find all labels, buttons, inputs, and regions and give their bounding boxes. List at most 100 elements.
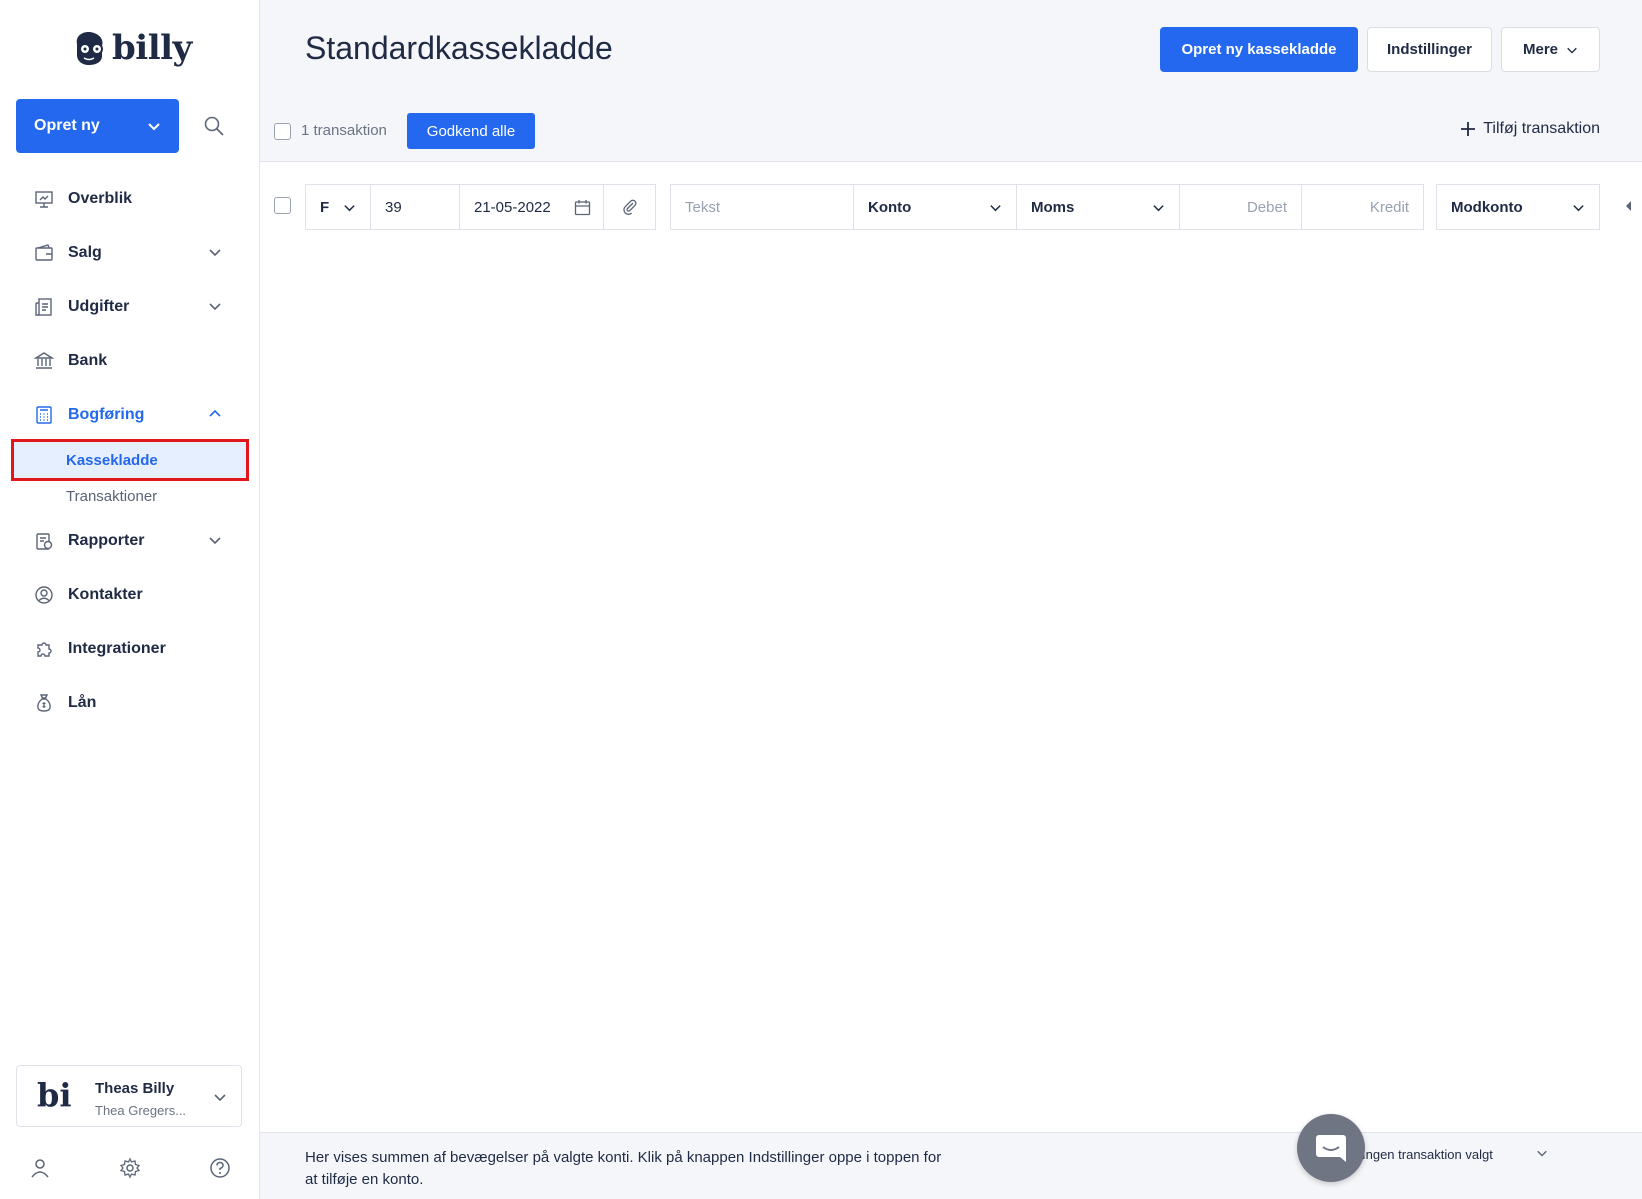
chevron-down-icon [1567, 47, 1577, 54]
billy-logo[interactable]: billy [72, 28, 192, 68]
org-logo: billy [37, 1076, 71, 1114]
entry-type-select[interactable]: F [305, 184, 371, 230]
create-new-button[interactable]: Opret ny [16, 99, 179, 153]
page-title: Standardkassekladde [305, 30, 613, 66]
chevron-down-icon [344, 205, 355, 212]
chevron-down-icon [1573, 205, 1584, 212]
chat-icon [1316, 1135, 1346, 1162]
calendar-icon[interactable] [574, 199, 591, 216]
sidebar-item-bogforing[interactable]: Bogføring [0, 388, 260, 442]
settings-button[interactable]: Indstillinger [1367, 27, 1492, 72]
sidebar-item-label: Udgifter [68, 298, 130, 315]
sidebar-item-integrationer[interactable]: Integrationer [0, 622, 260, 676]
row-checkbox[interactable] [274, 197, 291, 214]
chevron-up-icon [209, 409, 221, 417]
date-value: 21-05-2022 [474, 198, 551, 216]
paperclip-icon [622, 199, 636, 215]
approve-all-label: Godkend alle [426, 122, 516, 140]
billy-face-icon [76, 32, 103, 65]
search-icon[interactable] [203, 115, 225, 137]
chevron-down-icon [990, 205, 1001, 212]
sidebar-item-label: Integrationer [68, 640, 166, 657]
sidebar-item-salg[interactable]: Salg [0, 226, 260, 280]
sidebar-nav: Overblik Salg Udgifter Bank Bogføring Ka… [0, 172, 260, 730]
credit-placeholder: Kredit [1369, 198, 1409, 216]
gear-icon[interactable] [119, 1157, 141, 1179]
sidebar-item-label: Salg [68, 244, 102, 261]
organization-switcher[interactable]: billy Theas Billy Thea Gregers... [16, 1065, 242, 1127]
user-icon[interactable] [29, 1157, 51, 1179]
sidebar-item-label: Kontakter [68, 586, 143, 603]
journal-toolbar: 1 transaktion Godkend alle Tilføj transa… [260, 110, 1642, 162]
selection-status: Ingen transaktion valgt [1362, 1147, 1493, 1162]
sidebar-item-udgifter[interactable]: Udgifter [0, 280, 260, 334]
transaction-row: F 39 21-05-2022 Tekst Konto Moms Debet K… [260, 184, 1642, 230]
debit-placeholder: Debet [1246, 198, 1287, 216]
counter-account-value: Modkonto [1451, 198, 1523, 216]
counter-account-select[interactable]: Modkonto [1436, 184, 1600, 230]
sidebar-item-kontakter[interactable]: Kontakter [0, 568, 260, 622]
account-select[interactable]: Konto [853, 184, 1017, 230]
chevron-down-icon [1153, 205, 1164, 212]
sidebar-item-bank[interactable]: Bank [0, 334, 260, 388]
wallet-icon [34, 243, 54, 263]
add-transaction-button[interactable]: Tilføj transaktion [1459, 120, 1600, 138]
more-button[interactable]: Mere [1501, 27, 1600, 72]
more-label: Mere [1522, 41, 1559, 58]
text-placeholder: Tekst [685, 198, 721, 216]
summary-footer: Her vises summen af bevægelser på valgte… [260, 1132, 1642, 1199]
journal-content: F 39 21-05-2022 Tekst Konto Moms Debet K… [260, 162, 1642, 1132]
entry-type-value: F [320, 198, 330, 216]
sidebar-subitem-label: Transaktioner [66, 487, 158, 505]
contact-icon [34, 585, 54, 605]
sidebar-item-label: Lån [68, 694, 97, 711]
chevron-down-icon [214, 1094, 226, 1102]
report-icon [34, 531, 54, 551]
chevron-down-icon [209, 249, 221, 257]
org-name: Theas Billy [95, 1080, 175, 1097]
create-journal-label: Opret ny kassekladde [1181, 41, 1337, 58]
moneybag-icon [34, 693, 54, 713]
settings-label: Indstillinger [1386, 41, 1472, 58]
select-all-checkbox[interactable] [274, 123, 291, 140]
chat-launcher-button[interactable] [1297, 1114, 1365, 1182]
calculator-icon [34, 405, 54, 425]
create-journal-button[interactable]: Opret ny kassekladde [1160, 27, 1358, 72]
date-input[interactable]: 21-05-2022 [459, 184, 604, 230]
scroll-left-icon[interactable] [1624, 200, 1632, 212]
chevron-down-icon [209, 303, 221, 311]
main-area: Standardkassekladde Opret ny kassekladde… [260, 0, 1642, 1199]
sidebar-item-rapporter[interactable]: Rapporter [0, 514, 260, 568]
sidebar-item-label: Bogføring [68, 406, 145, 423]
sidebar-item-label: Overblik [68, 190, 133, 207]
bank-icon [34, 351, 54, 371]
vat-select[interactable]: Moms [1016, 184, 1180, 230]
sidebar-subitem-label: Kassekladde [66, 451, 158, 469]
sidebar-item-laan[interactable]: Lån [0, 676, 260, 730]
sidebar-subitem-transaktioner[interactable]: Transaktioner [0, 478, 260, 514]
voucher-number-input[interactable]: 39 [370, 184, 460, 230]
puzzle-icon [34, 639, 54, 659]
sidebar-subitem-kassekladde[interactable]: Kassekladde [11, 439, 249, 481]
org-user: Thea Gregers... [95, 1103, 187, 1118]
sidebar-item-label: Bank [68, 352, 108, 369]
chevron-down-icon [148, 123, 160, 131]
help-icon[interactable] [209, 1157, 231, 1179]
text-input[interactable]: Tekst [670, 184, 854, 230]
receipt-icon [34, 297, 54, 317]
sidebar-item-overblik[interactable]: Overblik [0, 172, 260, 226]
debit-input[interactable]: Debet [1179, 184, 1302, 230]
chevron-down-icon [209, 537, 221, 545]
transaction-count: 1 transaktion [301, 122, 387, 139]
plus-icon [1461, 122, 1476, 136]
footer-info-text: Her vises summen af bevægelser på valgte… [305, 1149, 942, 1188]
presentation-icon [34, 189, 54, 209]
approve-all-button[interactable]: Godkend alle [407, 113, 535, 149]
voucher-number-value: 39 [385, 198, 402, 216]
attachment-button[interactable] [603, 184, 656, 230]
account-value: Konto [868, 198, 912, 216]
sidebar-item-label: Rapporter [68, 532, 145, 549]
credit-input[interactable]: Kredit [1301, 184, 1424, 230]
chevron-down-icon[interactable] [1536, 1147, 1548, 1159]
vat-value: Moms [1031, 198, 1075, 216]
